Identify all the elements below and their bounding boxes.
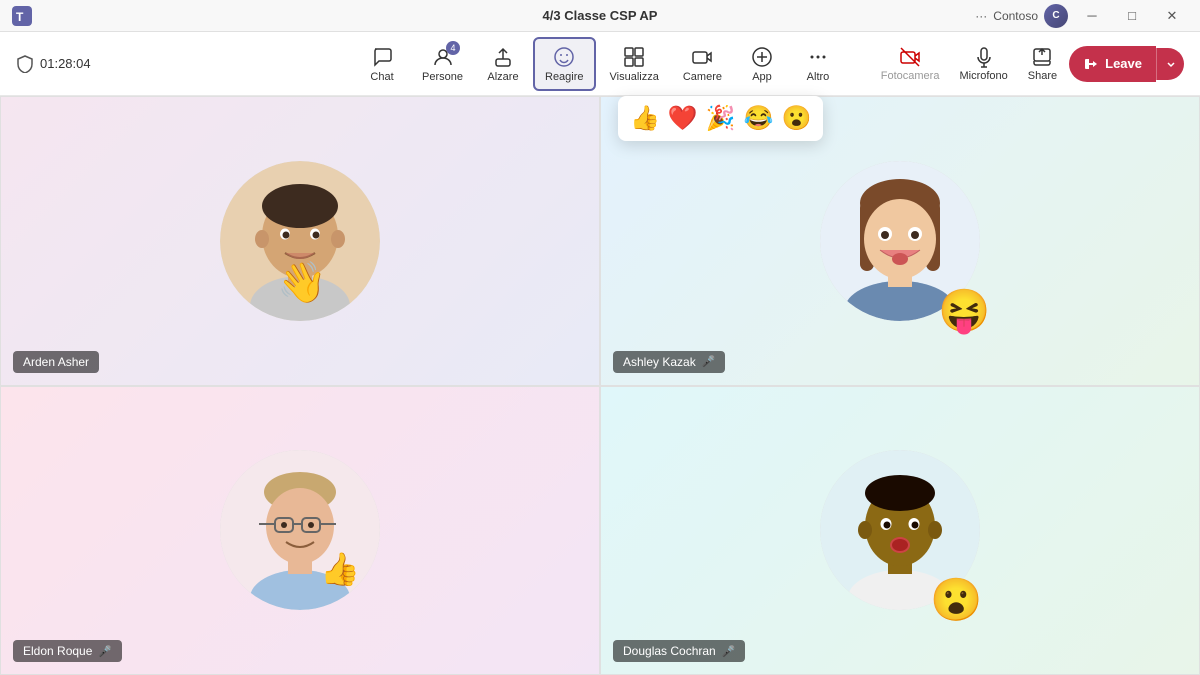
titlebar-left: T [12,6,32,26]
visualizza-btn[interactable]: Visualizza [600,39,669,89]
altro-label: Altro [807,71,830,83]
chat-btn[interactable]: Chat [356,39,408,89]
titlebar: T 4/3 Classe CSP AP ··· Contoso C ─ □ ✕ [0,0,1200,32]
fotocamera-icon [899,46,921,68]
toolbar: 01:28:04 Chat 4 Persone Alzare [0,32,1200,96]
svg-text:👋: 👋 [277,261,327,306]
arden-name: Arden Asher [23,355,89,369]
nametag-ashley: Ashley Kazak 🎤 [613,351,725,373]
visualizza-icon [623,45,645,69]
altro-btn[interactable]: Altro [792,39,844,89]
share-btn[interactable]: Share [1020,42,1065,86]
microfono-icon [973,46,995,68]
altro-icon [807,45,829,69]
visualizza-label: Visualizza [610,71,659,83]
svg-text:T: T [16,10,24,24]
minimize-btn[interactable]: ─ [1076,0,1108,32]
video-cell-arden: 👋 Arden Asher [0,96,600,386]
share-label: Share [1028,70,1057,82]
titlebar-right: ··· Contoso C ─ □ ✕ [975,0,1188,32]
meeting-title: 4/3 Classe CSP AP [543,8,658,23]
shield-icon [16,55,34,73]
thumbs-up-emoji-btn[interactable]: 👍 [630,104,660,133]
wow-emoji-btn[interactable]: 😮 [782,104,812,133]
heart-emoji-btn[interactable]: ❤️ [668,104,698,133]
user-avatar[interactable]: C [1044,4,1068,28]
douglas-name: Douglas Cochran [623,644,716,658]
camere-icon [691,45,713,69]
nametag-arden: Arden Asher [13,351,99,373]
app-btn[interactable]: App [736,39,788,89]
close-btn[interactable]: ✕ [1156,0,1188,32]
app-icon [751,45,773,69]
alzare-label: Alzare [487,71,518,83]
toolbar-center: Chat 4 Persone Alzare Reagire [356,37,844,91]
persone-label: Persone [422,71,463,83]
eldon-name: Eldon Roque [23,644,92,658]
video-grid: 👋 Arden Asher [0,96,1200,675]
microfono-btn[interactable]: Microfono [951,42,1015,86]
reagire-label: Reagire [545,71,584,83]
emoji-popup: 👍 ❤️ 🎉 😂 😮 [618,96,823,141]
toolbar-timer-area: 01:28:04 [16,55,91,73]
svg-text:👍: 👍 [320,551,360,587]
leave-wrap: Leave [1069,46,1184,82]
avatar-arden: 👋 [220,161,380,321]
mic-icon-eldon: 🎤 [98,645,112,658]
app-label: App [752,71,772,83]
alzare-btn[interactable]: Alzare [477,39,529,89]
video-cell-douglas: 😮 Douglas Cochran 🎤 [600,386,1200,675]
camere-label: Camere [683,71,722,83]
contoso-label: Contoso [993,9,1038,23]
avatar-eldon: 👍 [220,450,380,610]
laugh-emoji-btn[interactable]: 😂 [744,104,774,133]
ashley-name: Ashley Kazak [623,355,696,369]
persone-icon: 4 [432,45,454,69]
alzare-icon [492,45,514,69]
party-emoji-btn[interactable]: 🎉 [706,104,736,133]
share-icon [1031,46,1053,68]
reaction-ashley: 😝 [938,287,990,336]
microfono-label: Microfono [959,70,1007,82]
contoso-area: ··· Contoso C [975,4,1068,28]
mic-icon-douglas: 🎤 [722,645,736,658]
video-cell-eldon: 👍 Eldon Roque 🎤 [0,386,600,675]
persone-btn[interactable]: 4 Persone [412,39,473,89]
maximize-btn[interactable]: □ [1116,0,1148,32]
more-dots-btn[interactable]: ··· [975,9,987,23]
camere-btn[interactable]: Camere [673,39,732,89]
nametag-eldon: Eldon Roque 🎤 [13,640,122,662]
chat-icon [371,45,393,69]
toolbar-right: Fotocamera Microfono Share Leave [873,42,1184,86]
reagire-icon [553,45,575,69]
chat-label: Chat [370,71,393,83]
fotocamera-label: Fotocamera [881,70,940,82]
fotocamera-btn[interactable]: Fotocamera [873,42,948,86]
reagire-btn[interactable]: Reagire [533,37,596,91]
teams-icon: T [12,6,32,26]
leave-chevron-btn[interactable] [1156,48,1184,80]
mic-icon-ashley: 🎤 [702,355,716,368]
reaction-douglas: 😮 [930,576,982,625]
leave-btn[interactable]: Leave [1069,46,1156,82]
meeting-timer: 01:28:04 [40,56,91,71]
nametag-douglas: Douglas Cochran 🎤 [613,640,745,662]
